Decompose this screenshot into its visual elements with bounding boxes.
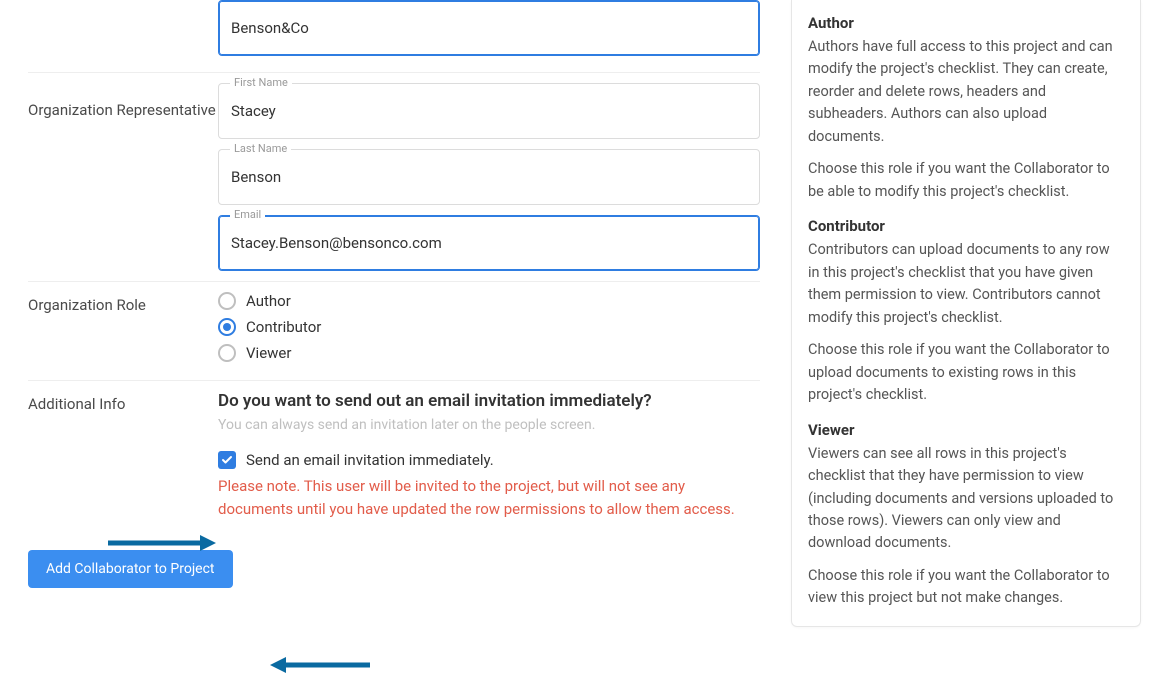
add-collaborator-button[interactable]: Add Collaborator to Project [28,550,233,588]
role-option-label: Contributor [246,318,321,336]
role-option-label: Author [246,292,291,310]
role-option-label: Viewer [246,344,291,362]
representative-row: Organization Representative First Name L… [28,73,760,281]
role-option-contributor[interactable]: Contributor [218,318,760,336]
help-contributor-title: Contributor [808,217,1124,235]
help-viewer-body: Viewers can see all rows in this project… [808,443,1124,555]
submit-row: Add Collaborator to Project [28,530,760,588]
invite-subtext: You can always send an invitation later … [218,417,760,433]
help-contributor-hint: Choose this role if you want the Collabo… [808,339,1124,406]
role-help-panel: Author Authors have full access to this … [791,0,1141,627]
organization-name-input[interactable] [218,0,760,56]
help-author-hint: Choose this role if you want the Collabo… [808,158,1124,203]
role-option-viewer[interactable]: Viewer [218,344,760,362]
help-contributor-body: Contributors can upload documents to any… [808,239,1124,329]
representative-label: Organization Representative [28,83,218,271]
help-viewer-title: Viewer [808,421,1124,439]
organization-role-label: Organization Role [28,292,218,370]
help-author-title: Author [808,14,1124,32]
first-name-float-label: First Name [230,76,292,89]
radio-icon [218,318,236,336]
last-name-input[interactable] [218,149,760,205]
annotation-arrow-icon [270,656,370,674]
email-float-label: Email [230,208,265,221]
email-input[interactable] [218,215,760,271]
radio-icon [218,292,236,310]
help-author-body: Authors have full access to this project… [808,36,1124,148]
radio-icon [218,344,236,362]
checkbox-checked-icon [218,451,236,469]
send-invite-checkbox-row[interactable]: Send an email invitation immediately. [218,451,760,469]
invite-heading: Do you want to send out an email invitat… [218,391,760,411]
collaborator-form: Organization Representative First Name L… [28,0,760,588]
role-option-author[interactable]: Author [218,292,760,310]
additional-info-row: Additional Info Do you want to send out … [28,381,760,530]
additional-info-label: Additional Info [28,391,218,520]
org-name-label-spacer [28,0,218,56]
first-name-input[interactable] [218,83,760,139]
send-invite-checkbox-label: Send an email invitation immediately. [246,451,494,469]
last-name-float-label: Last Name [230,142,291,155]
help-viewer-hint: Choose this role if you want the Collabo… [808,565,1124,610]
organization-role-row: Organization Role Author Contributor Vie… [28,282,760,380]
invite-warning-text: Please note. This user will be invited t… [218,475,760,520]
org-name-row [28,0,760,72]
